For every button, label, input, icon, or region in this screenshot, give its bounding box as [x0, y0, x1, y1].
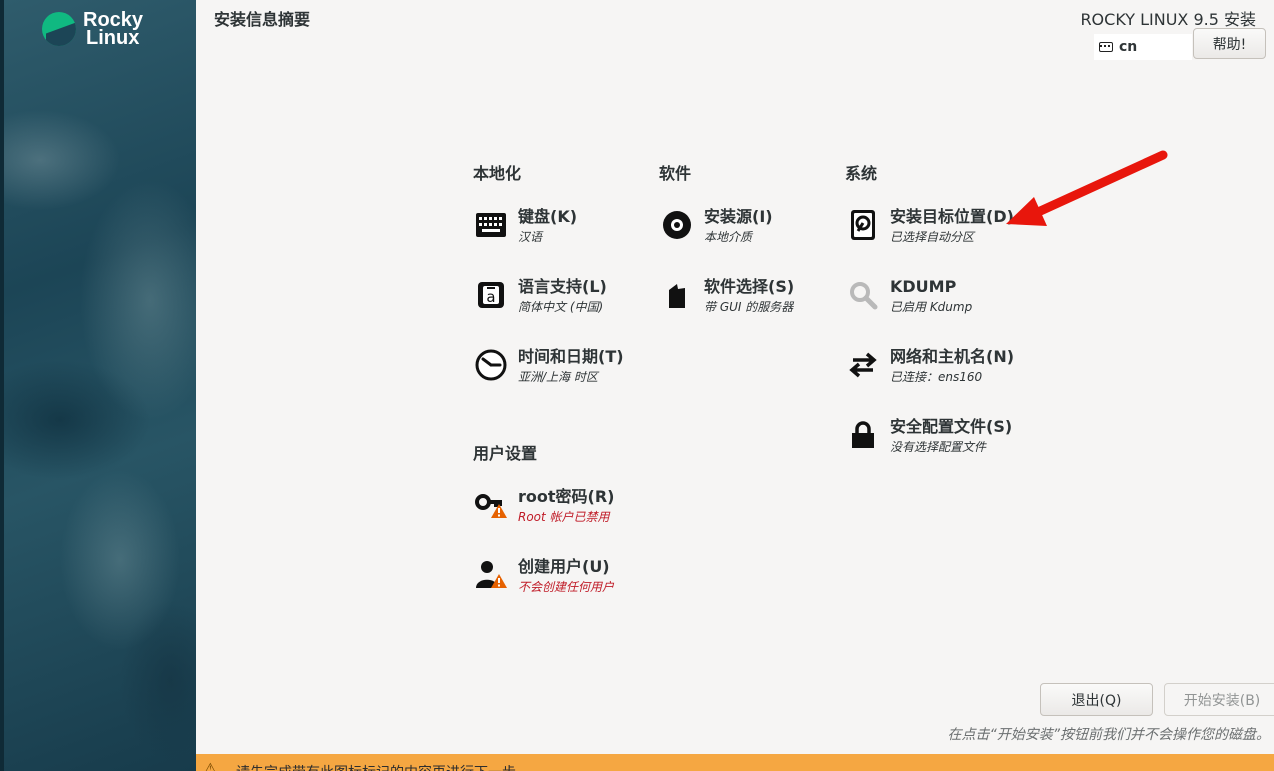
spoke-create-user[interactable]: 创建用户(U) 不会创建任何用户	[474, 556, 614, 596]
section-system: 系统	[845, 164, 878, 183]
svg-text:a: a	[486, 288, 495, 306]
spoke-network[interactable]: 网络和主机名(N) 已连接：ens160	[846, 346, 1014, 386]
harddisk-icon	[846, 208, 880, 242]
spoke-destination-status: 已选择自动分区	[890, 230, 975, 244]
user-warning-icon	[474, 558, 508, 592]
section-user-settings: 用户设置	[473, 444, 538, 463]
spoke-destination-label: 安装目标位置(D)	[890, 207, 1014, 226]
warning-bar: ⚠ 请先完成带有此图标标记的内容再进行下一步。	[196, 754, 1274, 771]
spoke-time[interactable]: 时间和日期(T) 亚洲/上海 时区	[474, 346, 624, 386]
network-arrows-icon	[846, 348, 880, 382]
spoke-keyboard-label: 键盘(K)	[518, 207, 578, 226]
spoke-kdump-status: 已启用 Kdump	[890, 300, 973, 314]
spoke-network-label: 网络和主机名(N)	[890, 347, 1015, 366]
spoke-security-label: 安全配置文件(S)	[890, 417, 1013, 436]
quit-button[interactable]: 退出(Q)	[1040, 683, 1153, 716]
product-title: ROCKY LINUX 9.5 安装	[1080, 10, 1256, 29]
spoke-kdump-label: KDUMP	[890, 277, 957, 296]
section-software: 软件	[659, 164, 692, 183]
begin-installation-button[interactable]: 开始安装(B)	[1164, 683, 1274, 716]
spoke-keyboard-status: 汉语	[518, 230, 543, 244]
spoke-security-status: 没有选择配置文件	[890, 440, 987, 454]
package-icon	[660, 278, 694, 312]
magnifier-icon	[846, 278, 880, 312]
help-button[interactable]: 帮助!	[1193, 28, 1266, 59]
spoke-root-password[interactable]: root密码(R) Root 帐户已禁用	[474, 486, 614, 526]
spoke-root-status: Root 帐户已禁用	[518, 510, 610, 524]
page-title: 安装信息摘要	[214, 10, 311, 29]
spoke-software-selection[interactable]: 软件选择(S) 带 GUI 的服务器	[660, 276, 794, 316]
keyboard-icon	[474, 208, 508, 242]
spoke-security-profile[interactable]: 安全配置文件(S) 没有选择配置文件	[846, 416, 1012, 456]
lock-icon	[846, 418, 880, 452]
spoke-installation-destination[interactable]: 安装目标位置(D) 已选择自动分区	[846, 206, 1014, 246]
rocky-logo-icon	[42, 12, 76, 46]
spoke-keyboard[interactable]: 键盘(K) 汉语	[474, 206, 577, 246]
warning-icon: ⚠	[204, 761, 217, 771]
spoke-software-label: 软件选择(S)	[704, 277, 795, 296]
spoke-language-status: 简体中文 (中国)	[518, 300, 604, 314]
spoke-network-status: 已连接：ens160	[890, 370, 983, 384]
sidebar: Rocky Linux	[0, 0, 196, 771]
language-icon: a	[474, 278, 508, 312]
keyboard-layout-indicator[interactable]: cn	[1094, 34, 1192, 60]
disc-icon	[660, 208, 694, 242]
spoke-source-status: 本地介质	[704, 230, 753, 244]
spoke-language[interactable]: a 语言支持(L) 简体中文 (中国)	[474, 276, 607, 316]
spoke-user-label: 创建用户(U)	[518, 557, 610, 576]
logo-line-2: Linux	[86, 27, 140, 49]
spoke-source-label: 安装源(I)	[704, 207, 773, 226]
keyboard-layout-label: cn	[1119, 39, 1138, 55]
spoke-root-label: root密码(R)	[518, 487, 615, 506]
spoke-user-status: 不会创建任何用户	[518, 580, 615, 594]
disk-note: 在点击“开始安装”按钮前我们并不会操作您的磁盘。	[947, 727, 1270, 743]
key-warning-icon	[474, 488, 508, 522]
spoke-time-label: 时间和日期(T)	[518, 347, 624, 366]
spoke-installation-source[interactable]: 安装源(I) 本地介质	[660, 206, 773, 246]
section-localization: 本地化	[473, 164, 522, 183]
spoke-kdump[interactable]: KDUMP 已启用 Kdump	[846, 276, 972, 316]
spoke-language-label: 语言支持(L)	[518, 277, 607, 296]
spoke-software-status: 带 GUI 的服务器	[704, 300, 794, 314]
rocky-logo: Rocky Linux	[42, 10, 143, 49]
keyboard-icon	[1099, 42, 1113, 52]
spoke-time-status: 亚洲/上海 时区	[518, 370, 598, 384]
clock-icon	[474, 348, 508, 382]
warning-text: 请先完成带有此图标标记的内容再进行下一步。	[236, 762, 530, 771]
